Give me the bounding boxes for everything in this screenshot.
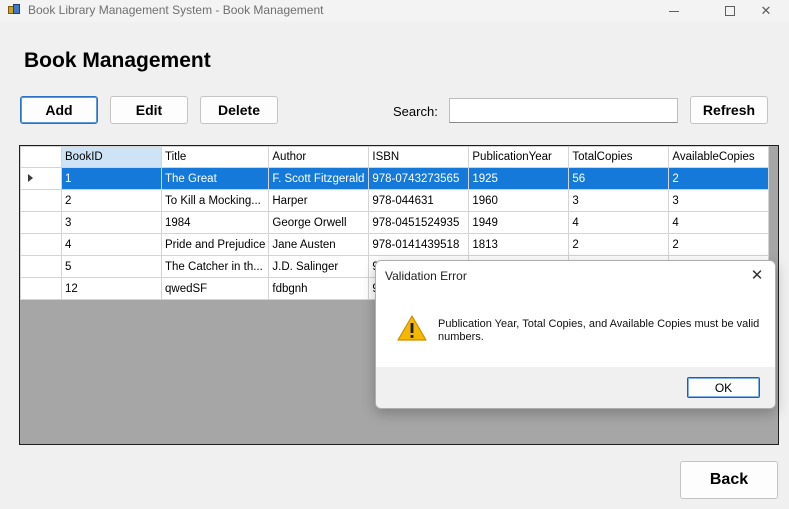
table-cell[interactable]: 1984 (160, 211, 270, 234)
current-row-arrow-icon (28, 173, 33, 182)
table-cell[interactable]: George Orwell (268, 211, 370, 234)
table-cell[interactable]: 12 (61, 277, 162, 300)
dialog-message: Publication Year, Total Copies, and Avai… (438, 318, 760, 343)
column-header[interactable]: Title (160, 146, 270, 168)
table-cell[interactable]: 978-0451524935 (368, 211, 470, 234)
table-cell[interactable]: The Great (160, 167, 270, 190)
table-cell[interactable]: 2 (61, 189, 162, 212)
column-header[interactable]: ISBN (368, 146, 470, 168)
close-icon: ✕ (760, 3, 772, 18)
add-button[interactable]: Add (20, 96, 98, 124)
refresh-button[interactable]: Refresh (690, 96, 768, 124)
table-cell[interactable]: fdbgnh (268, 277, 370, 300)
table-cell[interactable]: F. Scott Fitzgerald (268, 167, 370, 190)
minimize-button[interactable] (651, 0, 697, 22)
column-header[interactable]: TotalCopies (568, 146, 670, 168)
table-cell[interactable]: 1960 (468, 189, 570, 212)
validation-error-dialog: Validation Error ✕ Publication Year, Tot… (375, 260, 776, 409)
edit-button[interactable]: Edit (110, 96, 188, 124)
table-cell[interactable]: 3 (61, 211, 162, 234)
table-cell[interactable]: Pride and Prejudice (160, 233, 270, 256)
dialog-footer: OK (376, 367, 775, 408)
table-cell[interactable]: 56 (568, 167, 670, 190)
row-header[interactable] (20, 189, 62, 212)
warning-icon (397, 315, 427, 341)
app-books-icon (8, 4, 22, 16)
dialog-close-button[interactable]: ✕ (739, 261, 775, 289)
search-input[interactable] (449, 98, 678, 123)
column-header[interactable]: Author (268, 146, 370, 168)
close-window-button[interactable]: ✕ (743, 0, 789, 22)
table-cell[interactable]: 5 (61, 255, 162, 278)
table-cell[interactable]: 978-0141439518 (368, 233, 470, 256)
delete-button[interactable]: Delete (200, 96, 278, 124)
table-row[interactable]: 3 1984 George Orwell 978-0451524935 1949 4 4 (20, 211, 770, 234)
table-cell[interactable]: To Kill a Mocking... (160, 189, 270, 212)
row-header[interactable] (20, 211, 62, 234)
grid-corner-header[interactable] (20, 146, 62, 168)
search-label: Search: (393, 104, 438, 119)
table-cell[interactable]: 4 (61, 233, 162, 256)
table-row[interactable]: 4 Pride and Prejudice Jane Austen 978-01414… (20, 233, 770, 256)
back-button[interactable]: Back (680, 461, 778, 499)
table-cell[interactable]: 978-044631 (368, 189, 470, 212)
table-cell[interactable]: 2 (668, 167, 770, 190)
table-cell[interactable]: 3 (668, 189, 770, 212)
row-header[interactable] (20, 255, 62, 278)
ok-button[interactable]: OK (687, 377, 760, 398)
table-cell[interactable]: J.D. Salinger (268, 255, 370, 278)
page-title: Book Management (24, 49, 211, 72)
row-header[interactable] (20, 167, 62, 190)
maximize-icon (725, 6, 735, 16)
table-cell[interactable]: 978-0743273565 (368, 167, 470, 190)
table-cell[interactable]: 4 (568, 211, 670, 234)
minimize-icon (669, 10, 679, 12)
table-row[interactable]: 1 The Great F. Scott Fitzgerald 978-0743273… (20, 167, 770, 190)
table-cell[interactable]: Jane Austen (268, 233, 370, 256)
title-bar: Book Library Management System - Book Ma… (0, 0, 789, 22)
close-icon: ✕ (750, 267, 764, 284)
dialog-title: Validation Error (385, 269, 467, 283)
table-cell[interactable]: 1813 (468, 233, 570, 256)
table-cell[interactable]: 2 (568, 233, 670, 256)
row-header[interactable] (20, 277, 62, 300)
row-header[interactable] (20, 233, 62, 256)
column-header[interactable]: AvailableCopies (668, 146, 770, 168)
table-cell[interactable]: Harper (268, 189, 370, 212)
table-cell[interactable]: 1925 (468, 167, 570, 190)
table-cell[interactable]: qwedSF (160, 277, 270, 300)
table-cell[interactable]: 4 (668, 211, 770, 234)
table-cell[interactable]: 3 (568, 189, 670, 212)
table-cell[interactable]: 1949 (468, 211, 570, 234)
table-cell[interactable]: 1 (61, 167, 162, 190)
table-row[interactable]: 2 To Kill a Mocking... Harper 978-044631 196… (20, 189, 770, 212)
column-header[interactable]: PublicationYear (468, 146, 570, 168)
table-cell[interactable]: 2 (668, 233, 770, 256)
window-title: Book Library Management System - Book Ma… (28, 3, 324, 17)
table-cell[interactable]: The Catcher in th... (160, 255, 270, 278)
column-header[interactable]: BookID (61, 146, 162, 168)
